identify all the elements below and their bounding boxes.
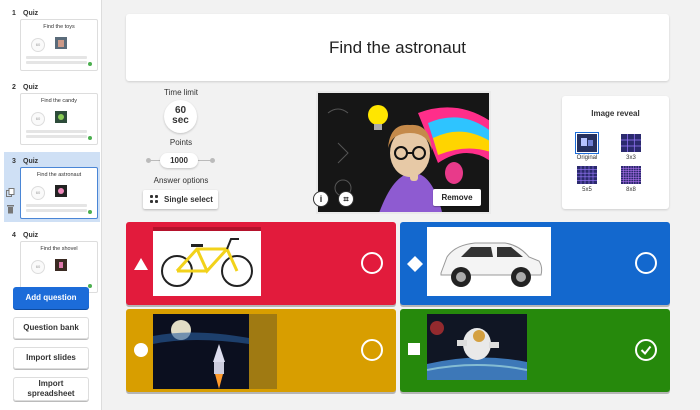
status-dot xyxy=(88,210,92,214)
status-dot xyxy=(88,136,92,140)
thumb-timer: 60 xyxy=(31,186,45,200)
time-limit-selector[interactable]: 60 sec xyxy=(164,100,197,133)
slide-thumbnail[interactable]: Find the toys 60 xyxy=(20,19,98,71)
thumb-title: Find the astronaut xyxy=(36,172,82,178)
reveal-option-5x5[interactable]: 5x5 xyxy=(573,166,601,193)
points-selector[interactable]: 1000 xyxy=(160,153,198,168)
copy-icon[interactable] xyxy=(6,188,15,197)
thumb-answer-bar xyxy=(26,61,87,64)
reveal-label: 8x8 xyxy=(626,187,636,193)
thumb-timer: 60 xyxy=(31,112,45,126)
status-dot xyxy=(88,284,92,288)
reveal-option-original[interactable]: Original xyxy=(573,132,601,161)
thumb-answer-bar xyxy=(26,204,87,207)
thumb-timer: 60 xyxy=(31,38,45,52)
reveal-label: 5x5 xyxy=(582,187,592,193)
thumb-answer-bar xyxy=(26,130,87,133)
reveal-option-3x3[interactable]: 3x3 xyxy=(617,134,645,161)
thumb-image xyxy=(55,37,67,49)
crop-icon[interactable]: ⌗ xyxy=(338,191,354,207)
check-icon xyxy=(637,341,655,359)
image-reveal-title: Image reveal xyxy=(591,109,640,118)
slide-type: Quiz xyxy=(23,158,39,165)
reveal-thumb xyxy=(575,132,599,154)
thumb-title: Find the candy xyxy=(40,98,78,104)
reveal-option-8x8[interactable]: 8x8 xyxy=(617,166,645,193)
image-reveal-panel: Image reveal Original 3x3 5x5 8x8 xyxy=(562,96,669,209)
reveal-label: 3x3 xyxy=(626,155,636,161)
correct-toggle[interactable] xyxy=(361,339,383,361)
answer-image-rocket[interactable] xyxy=(153,314,277,389)
correct-toggle[interactable] xyxy=(635,252,657,274)
answer-image-car[interactable] xyxy=(427,227,551,296)
import-spreadsheet-button[interactable]: Import spreadsheet xyxy=(13,377,89,401)
slide-type: Quiz xyxy=(23,84,39,91)
reveal-thumb xyxy=(621,166,641,184)
slide-item-3[interactable]: 3 Quiz Find the astronaut 60 xyxy=(4,152,100,222)
thumb-answer-bar xyxy=(26,209,87,212)
slide-number: 1 xyxy=(12,10,16,17)
slide-item-2[interactable]: 2 Quiz Find the candy 60 xyxy=(4,78,100,148)
answer-3[interactable] xyxy=(126,309,396,392)
thumb-image xyxy=(55,259,67,271)
reveal-label: Original xyxy=(576,155,598,161)
reveal-thumb xyxy=(621,134,641,152)
reveal-thumb xyxy=(577,166,597,184)
add-question-button[interactable]: Add question xyxy=(13,287,89,309)
thumb-image xyxy=(55,111,67,123)
slide-number: 2 xyxy=(12,84,16,91)
time-limit-label: Time limit xyxy=(164,88,198,97)
slide-thumbnail[interactable]: Find the astronaut 60 xyxy=(20,167,98,219)
question-title-input[interactable]: Find the astronaut xyxy=(126,14,669,81)
answer-image-astronaut[interactable] xyxy=(427,314,527,380)
slide-number: 4 xyxy=(12,232,16,239)
circle-icon xyxy=(134,343,148,357)
correct-toggle-checked[interactable] xyxy=(635,339,657,361)
correct-toggle[interactable] xyxy=(361,252,383,274)
trash-icon[interactable] xyxy=(6,204,15,214)
time-unit: sec xyxy=(172,115,189,126)
slide-thumbnail[interactable]: Find the candy 60 xyxy=(20,93,98,145)
points-max-dot xyxy=(210,158,215,163)
answer-4[interactable] xyxy=(400,309,670,392)
info-icon[interactable]: i xyxy=(313,191,329,207)
thumb-title: Find the shovel xyxy=(40,246,78,252)
sidebar: 1 Quiz Find the toys 60 2 Quiz Find the … xyxy=(0,0,102,410)
remove-image-button[interactable]: Remove xyxy=(433,189,481,206)
slide-thumbnail[interactable]: Find the shovel 60 xyxy=(20,241,98,293)
question-bank-button[interactable]: Question bank xyxy=(13,317,89,339)
import-slides-button[interactable]: Import slides xyxy=(13,347,89,369)
thumb-answer-bar xyxy=(26,135,87,138)
thumb-title: Find the toys xyxy=(43,24,75,30)
answer-options-label: Answer options xyxy=(153,176,209,185)
answer-options-value: Single select xyxy=(164,195,213,204)
grid-icon xyxy=(150,195,159,204)
answer-1[interactable] xyxy=(126,222,396,305)
square-icon xyxy=(408,343,420,355)
answer-options-select[interactable]: Single select xyxy=(143,190,218,209)
points-min-dot xyxy=(146,158,151,163)
slide-type: Quiz xyxy=(23,10,39,17)
answer-image-bicycle[interactable] xyxy=(153,227,261,296)
slide-item-1[interactable]: 1 Quiz Find the toys 60 xyxy=(4,4,100,74)
import-spreadsheet-label-2: spreadsheet xyxy=(27,389,75,398)
diamond-icon xyxy=(407,256,423,272)
import-spreadsheet-label-1: Import xyxy=(38,379,64,388)
thumb-answer-bar xyxy=(26,56,87,59)
triangle-icon xyxy=(134,258,148,270)
slide-number: 3 xyxy=(12,158,16,165)
points-label: Points xyxy=(169,138,193,147)
thumb-timer: 60 xyxy=(31,260,45,274)
slide-type: Quiz xyxy=(23,232,39,239)
thumb-image xyxy=(55,185,67,197)
slide-item-4[interactable]: 4 Quiz Find the shovel 60 xyxy=(4,226,100,296)
status-dot xyxy=(88,62,92,66)
answer-2[interactable] xyxy=(400,222,670,305)
